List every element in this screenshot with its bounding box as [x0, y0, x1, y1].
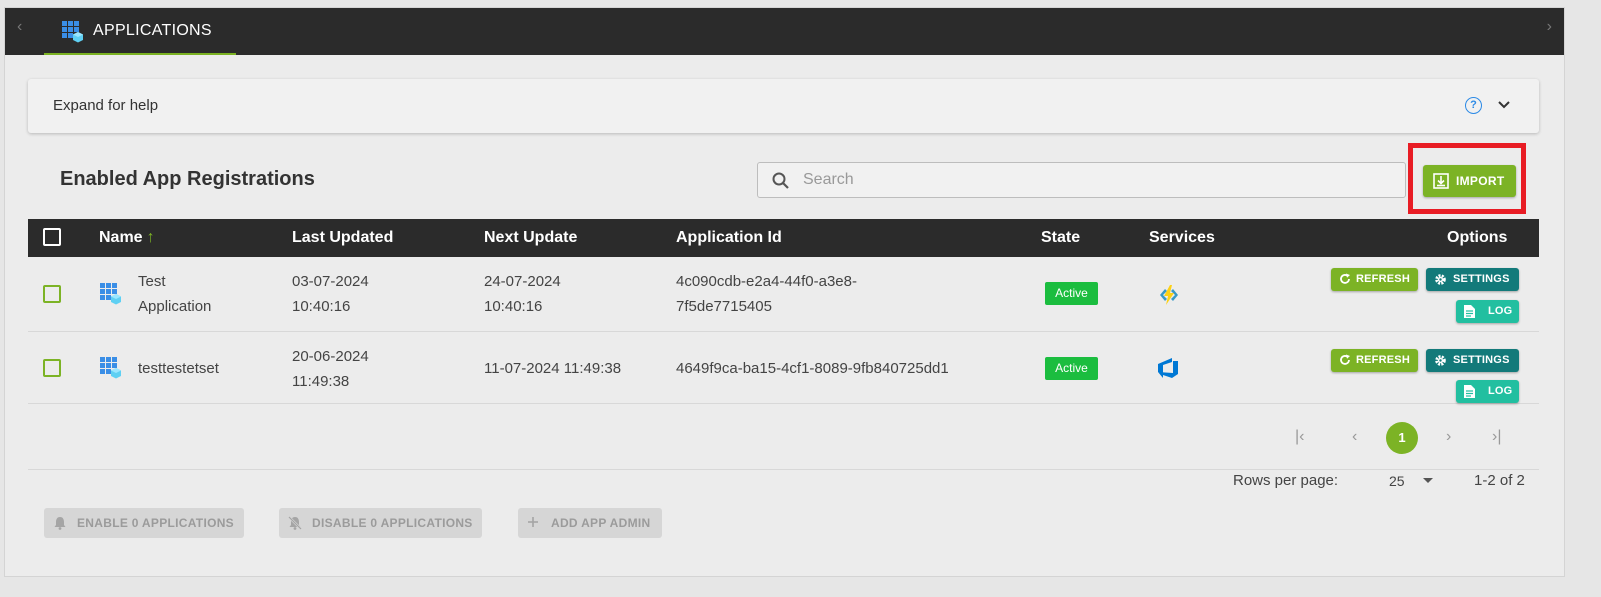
help-label: Expand for help [53, 97, 159, 114]
top-tab-bar: ‹ APPLICATIONS › [5, 8, 1564, 55]
enable-label: ENABLE 0 APPLICATIONS [77, 516, 234, 530]
column-state-header[interactable]: State [1041, 229, 1080, 247]
refresh-button[interactable]: REFRESH [1331, 349, 1418, 372]
status-badge: Active [1045, 282, 1098, 305]
add-app-admin-label: ADD APP ADMIN [551, 516, 651, 530]
pagination-range: 1-2 of 2 [1474, 472, 1525, 489]
app-frame: ‹ APPLICATIONS › Expand for help ? Enabl… [4, 7, 1565, 577]
next-page-button[interactable]: › [1446, 428, 1451, 446]
log-button[interactable]: LOG [1456, 380, 1519, 403]
scroll-left-icon[interactable]: ‹ [17, 18, 22, 36]
disable-applications-button[interactable]: DISABLE 0 APPLICATIONS [279, 508, 482, 538]
next-update-cell: 24-07-2024 10:40:16 [484, 273, 561, 315]
grid-cube-icon [62, 21, 84, 48]
gear-icon [1434, 273, 1447, 289]
page-title: Enabled App Registrations [60, 168, 315, 190]
divider [28, 469, 1539, 470]
column-options-header: Options [1447, 229, 1508, 246]
azure-function-icon [1156, 282, 1182, 312]
chevron-down-icon[interactable] [1496, 96, 1512, 117]
log-label: LOG [1488, 305, 1513, 317]
refresh-icon [1339, 354, 1351, 369]
first-page-button[interactable]: |‹ [1295, 428, 1304, 446]
import-label: IMPORT [1456, 174, 1505, 188]
column-next-update-header[interactable]: Next Update [484, 229, 577, 247]
settings-label: SETTINGS [1453, 354, 1510, 366]
rows-per-page-select[interactable]: 25 [1389, 473, 1405, 489]
tab-applications[interactable]: APPLICATIONS [44, 8, 236, 55]
log-button[interactable]: LOG [1456, 300, 1519, 323]
status-badge: Active [1045, 357, 1098, 380]
plus-icon [527, 516, 539, 531]
refresh-label: REFRESH [1356, 354, 1410, 366]
application-id-cell: 4c090cdb-e2a4-44f0-a3e8- 7f5de7715405 [676, 273, 857, 315]
help-question-icon[interactable]: ? [1465, 97, 1482, 114]
column-last-updated-header[interactable]: Last Updated [292, 229, 393, 247]
row-checkbox[interactable] [43, 285, 61, 303]
bell-icon [53, 516, 67, 533]
app-registration-icon [100, 283, 122, 309]
column-services-header[interactable]: Services [1149, 229, 1215, 247]
azure-devops-icon [1156, 356, 1180, 384]
tab-label: APPLICATIONS [93, 22, 212, 39]
refresh-icon [1339, 273, 1351, 288]
select-all-checkbox[interactable] [43, 228, 61, 246]
column-application-id-header[interactable]: Application Id [676, 229, 782, 247]
search-input[interactable] [803, 163, 1393, 197]
row-checkbox[interactable] [43, 359, 61, 377]
settings-button[interactable]: SETTINGS [1426, 349, 1519, 372]
search-icon [772, 172, 790, 195]
document-icon [1464, 385, 1475, 401]
add-app-admin-button[interactable]: ADD APP ADMIN [518, 508, 662, 538]
next-update-cell: 11-07-2024 11:49:38 [484, 360, 622, 377]
gear-icon [1434, 354, 1447, 370]
search-box [757, 162, 1406, 198]
caret-down-icon[interactable] [1423, 478, 1433, 483]
log-label: LOG [1488, 385, 1513, 397]
app-name: Test Application [138, 273, 212, 315]
document-icon [1464, 305, 1475, 321]
prev-page-button[interactable]: ‹ [1352, 428, 1357, 446]
enable-applications-button[interactable]: ENABLE 0 APPLICATIONS [44, 508, 244, 538]
table-row: testtestetset 20-06-2024 11:49:38 11-07-2… [28, 332, 1539, 404]
help-expander[interactable]: Expand for help ? [28, 79, 1539, 133]
sort-up-icon[interactable]: ↑ [147, 229, 155, 246]
settings-button[interactable]: SETTINGS [1426, 268, 1519, 291]
current-page-button[interactable]: 1 [1386, 422, 1418, 454]
column-name-header[interactable]: Name ↑ [99, 229, 155, 247]
bell-off-icon [288, 516, 302, 533]
table-row: Test Application 03-07-2024 10:40:16 24-07… [28, 257, 1539, 332]
last-page-button[interactable]: ›| [1492, 428, 1501, 446]
app-registration-icon [100, 357, 122, 383]
import-icon [1433, 173, 1449, 192]
settings-label: SETTINGS [1453, 273, 1510, 285]
table-header: Name ↑ Last Updated Next Update Applicati… [28, 219, 1539, 257]
rows-per-page-label: Rows per page: [1233, 472, 1339, 489]
last-updated-cell: 03-07-2024 10:40:16 [292, 273, 369, 315]
import-button[interactable]: IMPORT [1423, 165, 1516, 197]
refresh-button[interactable]: REFRESH [1331, 268, 1418, 291]
application-id-cell: 4649f9ca-ba15-4cf1-8089-9fb840725dd1 [676, 360, 949, 377]
refresh-label: REFRESH [1356, 273, 1410, 285]
last-updated-cell: 20-06-2024 11:49:38 [292, 348, 369, 390]
scroll-right-icon[interactable]: › [1547, 18, 1552, 36]
app-name: testtestetset [138, 360, 219, 377]
disable-label: DISABLE 0 APPLICATIONS [312, 516, 473, 530]
